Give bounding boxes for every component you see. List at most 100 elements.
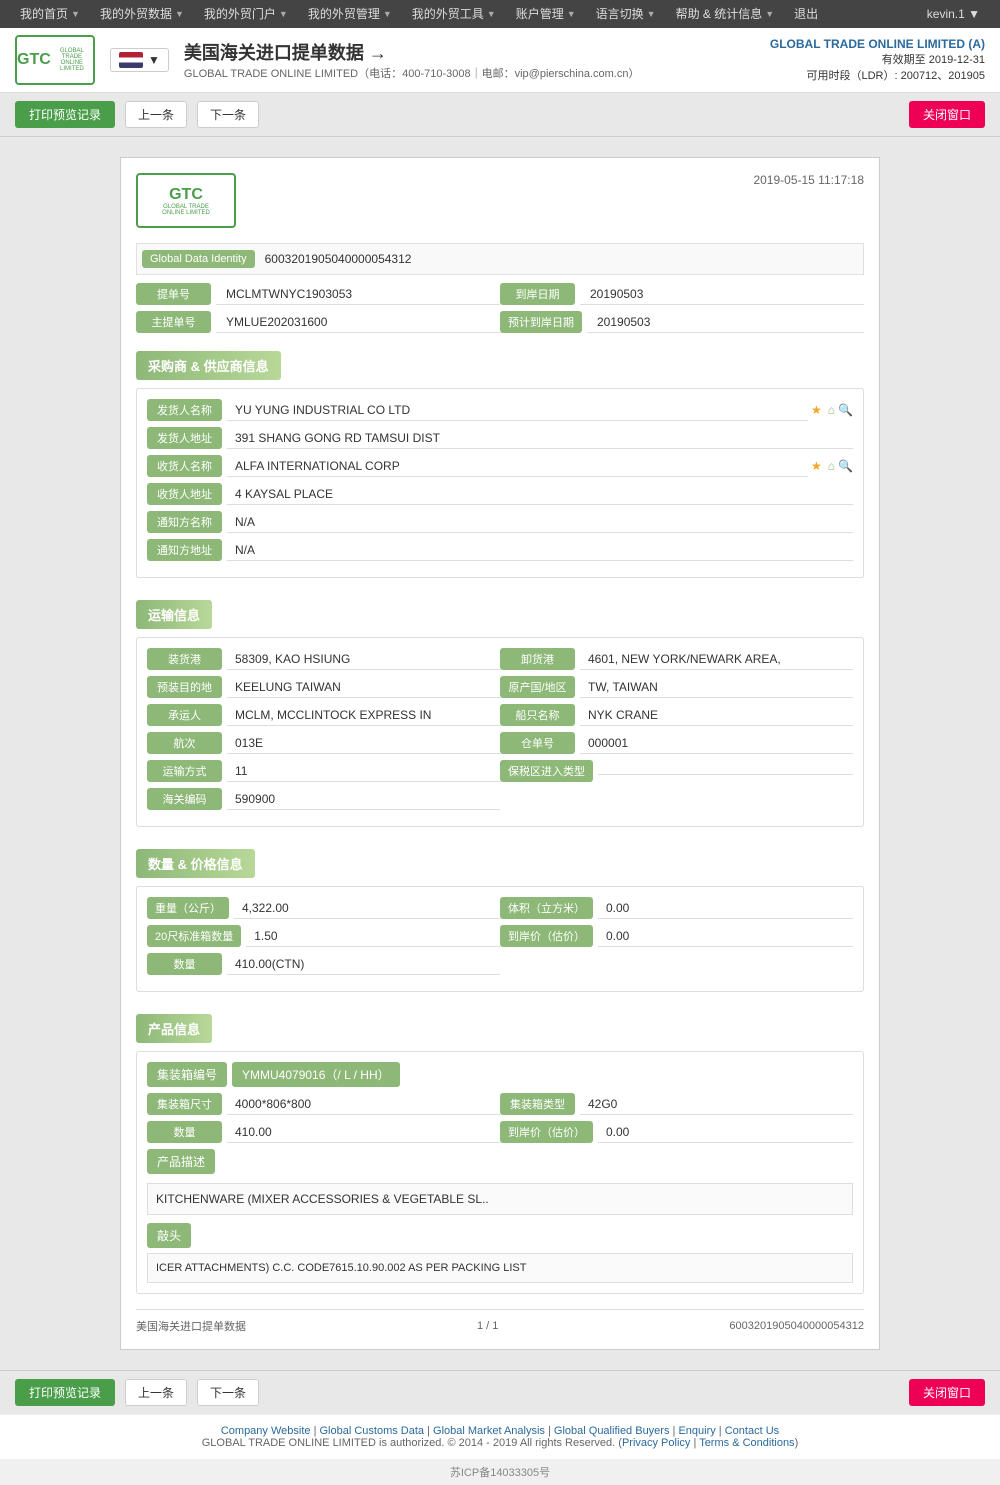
product-section: 产品信息 集装箱编号 YMMU4079016（/ L / HH） 集装箱尺寸 4… [136, 1002, 864, 1294]
footer-link-enquiry[interactable]: Enquiry [678, 1425, 715, 1437]
flag-icon [119, 52, 143, 68]
heads-section: 敲头 ICER ATTACHMENTS) C.C. CODE7615.10.90… [147, 1223, 853, 1283]
doc-footer-id: 6003201905040000054312 [729, 1320, 864, 1332]
discharge-port-value: 4601, NEW YORK/NEWARK AREA, [580, 649, 853, 670]
yu-ji-label: 预计到岸日期 [500, 311, 582, 333]
bottom-toolbar: 打印预览记录 上一条 下一条 关闭窗口 [0, 1370, 1000, 1414]
close-button[interactable]: 关闭窗口 [909, 101, 985, 128]
carrier-row: 承运人 MCLM, MCCLINTOCK EXPRESS IN 船只名称 NYK… [147, 704, 853, 726]
voyage-label: 航次 [147, 732, 222, 754]
qty-row: 数量 410.00(CTN) [147, 953, 853, 975]
loading-port-value: 58309, KAO HSIUNG [227, 649, 500, 670]
volume-label: 体积（立方米） [500, 897, 593, 919]
print-button[interactable]: 打印预览记录 [15, 101, 115, 128]
top-toolbar: 打印预览记录 上一条 下一条 关闭窗口 [0, 93, 1000, 137]
next-button-bottom[interactable]: 下一条 [197, 1379, 259, 1406]
tongzhi-dz-value: N/A [227, 540, 853, 561]
close-button-bottom[interactable]: 关闭窗口 [909, 1379, 985, 1406]
price-value: 0.00 [598, 926, 853, 947]
product-price-value: 0.00 [598, 1122, 853, 1143]
prev-button-bottom[interactable]: 上一条 [125, 1379, 187, 1406]
shouhuo-search-icon[interactable]: 🔍 [838, 459, 853, 473]
nav-home[interactable]: 我的首页 ▼ [10, 0, 90, 28]
transport-mode-row: 运输方式 11 保税区进入类型 [147, 760, 853, 782]
volume-value: 0.00 [598, 898, 853, 919]
nav-tools[interactable]: 我的外贸工具 ▼ [402, 0, 506, 28]
carrier-label: 承运人 [147, 704, 222, 726]
footer-terms[interactable]: Terms & Conditions [699, 1437, 794, 1449]
container-size-value: 4000*806*800 [227, 1094, 500, 1115]
nav-logout[interactable]: 退出 [784, 0, 828, 28]
voyage-value: 013E [227, 733, 500, 754]
shouhuo-mc-label: 收货人名称 [147, 455, 222, 477]
transport-section-title: 运输信息 [136, 600, 212, 629]
nav-language[interactable]: 语言切换 ▼ [586, 0, 666, 28]
prev-button[interactable]: 上一条 [125, 101, 187, 128]
language-selector[interactable]: ▼ [110, 48, 169, 72]
tongzhi-dz-label: 通知方地址 [147, 539, 222, 561]
page-footer: Company Website | Global Customs Data | … [0, 1414, 1000, 1459]
container-size-label: 集装箱尺寸 [147, 1093, 222, 1115]
vessel-label: 船只名称 [500, 704, 575, 726]
fahuo-mc-label: 发货人名称 [147, 399, 222, 421]
tongzhi-mc-label: 通知方名称 [147, 511, 222, 533]
teu-label: 20尺标准箱数量 [147, 925, 241, 947]
dao-gang-label: 到岸日期 [500, 283, 575, 305]
product-qty-price-row: 数量 410.00 到岸价（估价） 0.00 [147, 1121, 853, 1143]
transport-section: 运输信息 装货港 58309, KAO HSIUNG 卸货港 4601, NEW… [136, 588, 864, 827]
yu-ji-value: 20190503 [587, 312, 864, 333]
top-navigation: 我的首页 ▼ 我的外贸数据 ▼ 我的外贸门户 ▼ 我的外贸管理 ▼ 我的外贸工具… [0, 0, 1000, 28]
nav-trade-data[interactable]: 我的外贸数据 ▼ [90, 0, 194, 28]
quantity-section-title: 数量 & 价格信息 [136, 849, 255, 878]
nav-portal[interactable]: 我的外贸门户 ▼ [194, 0, 298, 28]
fahuo-star-icon[interactable]: ★ [811, 403, 822, 417]
company-name: GLOBAL TRADE ONLINE LIMITED (A) [770, 37, 985, 51]
teu-value: 1.50 [246, 926, 500, 947]
footer-privacy[interactable]: Privacy Policy [622, 1437, 690, 1449]
ti-dan-hao-value: MCLMTWNYC1903053 [216, 284, 500, 305]
shouhuo-home-icon[interactable]: ⌂ [828, 459, 835, 473]
footer-link-market[interactable]: Global Market Analysis [433, 1425, 545, 1437]
shouhuo-mc-row: 收货人名称 ALFA INTERNATIONAL CORP ★ ⌂ 🔍 [147, 455, 853, 477]
nav-management[interactable]: 我的外贸管理 ▼ [298, 0, 402, 28]
fahuo-home-icon[interactable]: ⌂ [828, 403, 835, 417]
global-identity-label: Global Data Identity [142, 250, 255, 268]
doc-footer-title: 美国海关进口提单数据 [136, 1318, 246, 1334]
next-button[interactable]: 下一条 [197, 101, 259, 128]
customs-code-row: 海关编码 590900 [147, 788, 853, 810]
weight-value: 4,322.00 [234, 898, 500, 919]
doc-datetime: 2019-05-15 11:17:18 [753, 173, 864, 187]
ldr-info: 可用时段（LDR）: 200712、201905 [770, 67, 985, 83]
print-button-bottom[interactable]: 打印预览记录 [15, 1379, 115, 1406]
dest-row: 预装目的地 KEELUNG TAIWAN 原产国/地区 TW, TAIWAN [147, 676, 853, 698]
container-no-value: YMMU4079016（/ L / HH） [232, 1062, 400, 1087]
footer-link-buyers[interactable]: Global Qualified Buyers [554, 1425, 670, 1437]
nav-help[interactable]: 帮助 & 统计信息 ▼ [666, 0, 785, 28]
valid-until: 有效期至 2019-12-31 [770, 51, 985, 67]
zhu-ti-label: 主提单号 [136, 311, 211, 333]
zhu-ti-row: 主提单号 YMLUE202031600 预计到岸日期 20190503 [136, 311, 864, 333]
fahuo-search-icon[interactable]: 🔍 [838, 403, 853, 417]
qty-label: 数量 [147, 953, 222, 975]
footer-link-company[interactable]: Company Website [221, 1425, 311, 1437]
price-label: 到岸价（估价） [500, 925, 593, 947]
bonded-value [598, 768, 853, 775]
heads-value: ICER ATTACHMENTS) C.C. CODE7615.10.90.00… [147, 1253, 853, 1283]
supplier-section: 采购商 & 供应商信息 发货人名称 YU YUNG INDUSTRIAL CO … [136, 339, 864, 578]
nav-account[interactable]: 账户管理 ▼ [506, 0, 586, 28]
weight-volume-row: 重量（公斤） 4,322.00 体积（立方米） 0.00 [147, 897, 853, 919]
footer-link-contact[interactable]: Contact Us [725, 1425, 779, 1437]
bonded-label: 保税区进入类型 [500, 760, 593, 782]
global-identity-value: 6003201905040000054312 [255, 249, 422, 269]
user-account[interactable]: kevin.1 ▼ [927, 7, 990, 21]
fahuo-mc-row: 发货人名称 YU YUNG INDUSTRIAL CO LTD ★ ⌂ 🔍 [147, 399, 853, 421]
footer-link-customs[interactable]: Global Customs Data [320, 1425, 425, 1437]
loading-port-label: 装货港 [147, 648, 222, 670]
quantity-section: 数量 & 价格信息 重量（公斤） 4,322.00 体积（立方米） 0.00 2… [136, 837, 864, 992]
voyage-row: 航次 013E 仓单号 000001 [147, 732, 853, 754]
discharge-port-label: 卸货港 [500, 648, 575, 670]
manifest-label: 仓单号 [500, 732, 575, 754]
shouhuo-star-icon[interactable]: ★ [811, 459, 822, 473]
vessel-value: NYK CRANE [580, 705, 853, 726]
account-info: GLOBAL TRADE ONLINE LIMITED (A) 有效期至 201… [770, 37, 985, 83]
